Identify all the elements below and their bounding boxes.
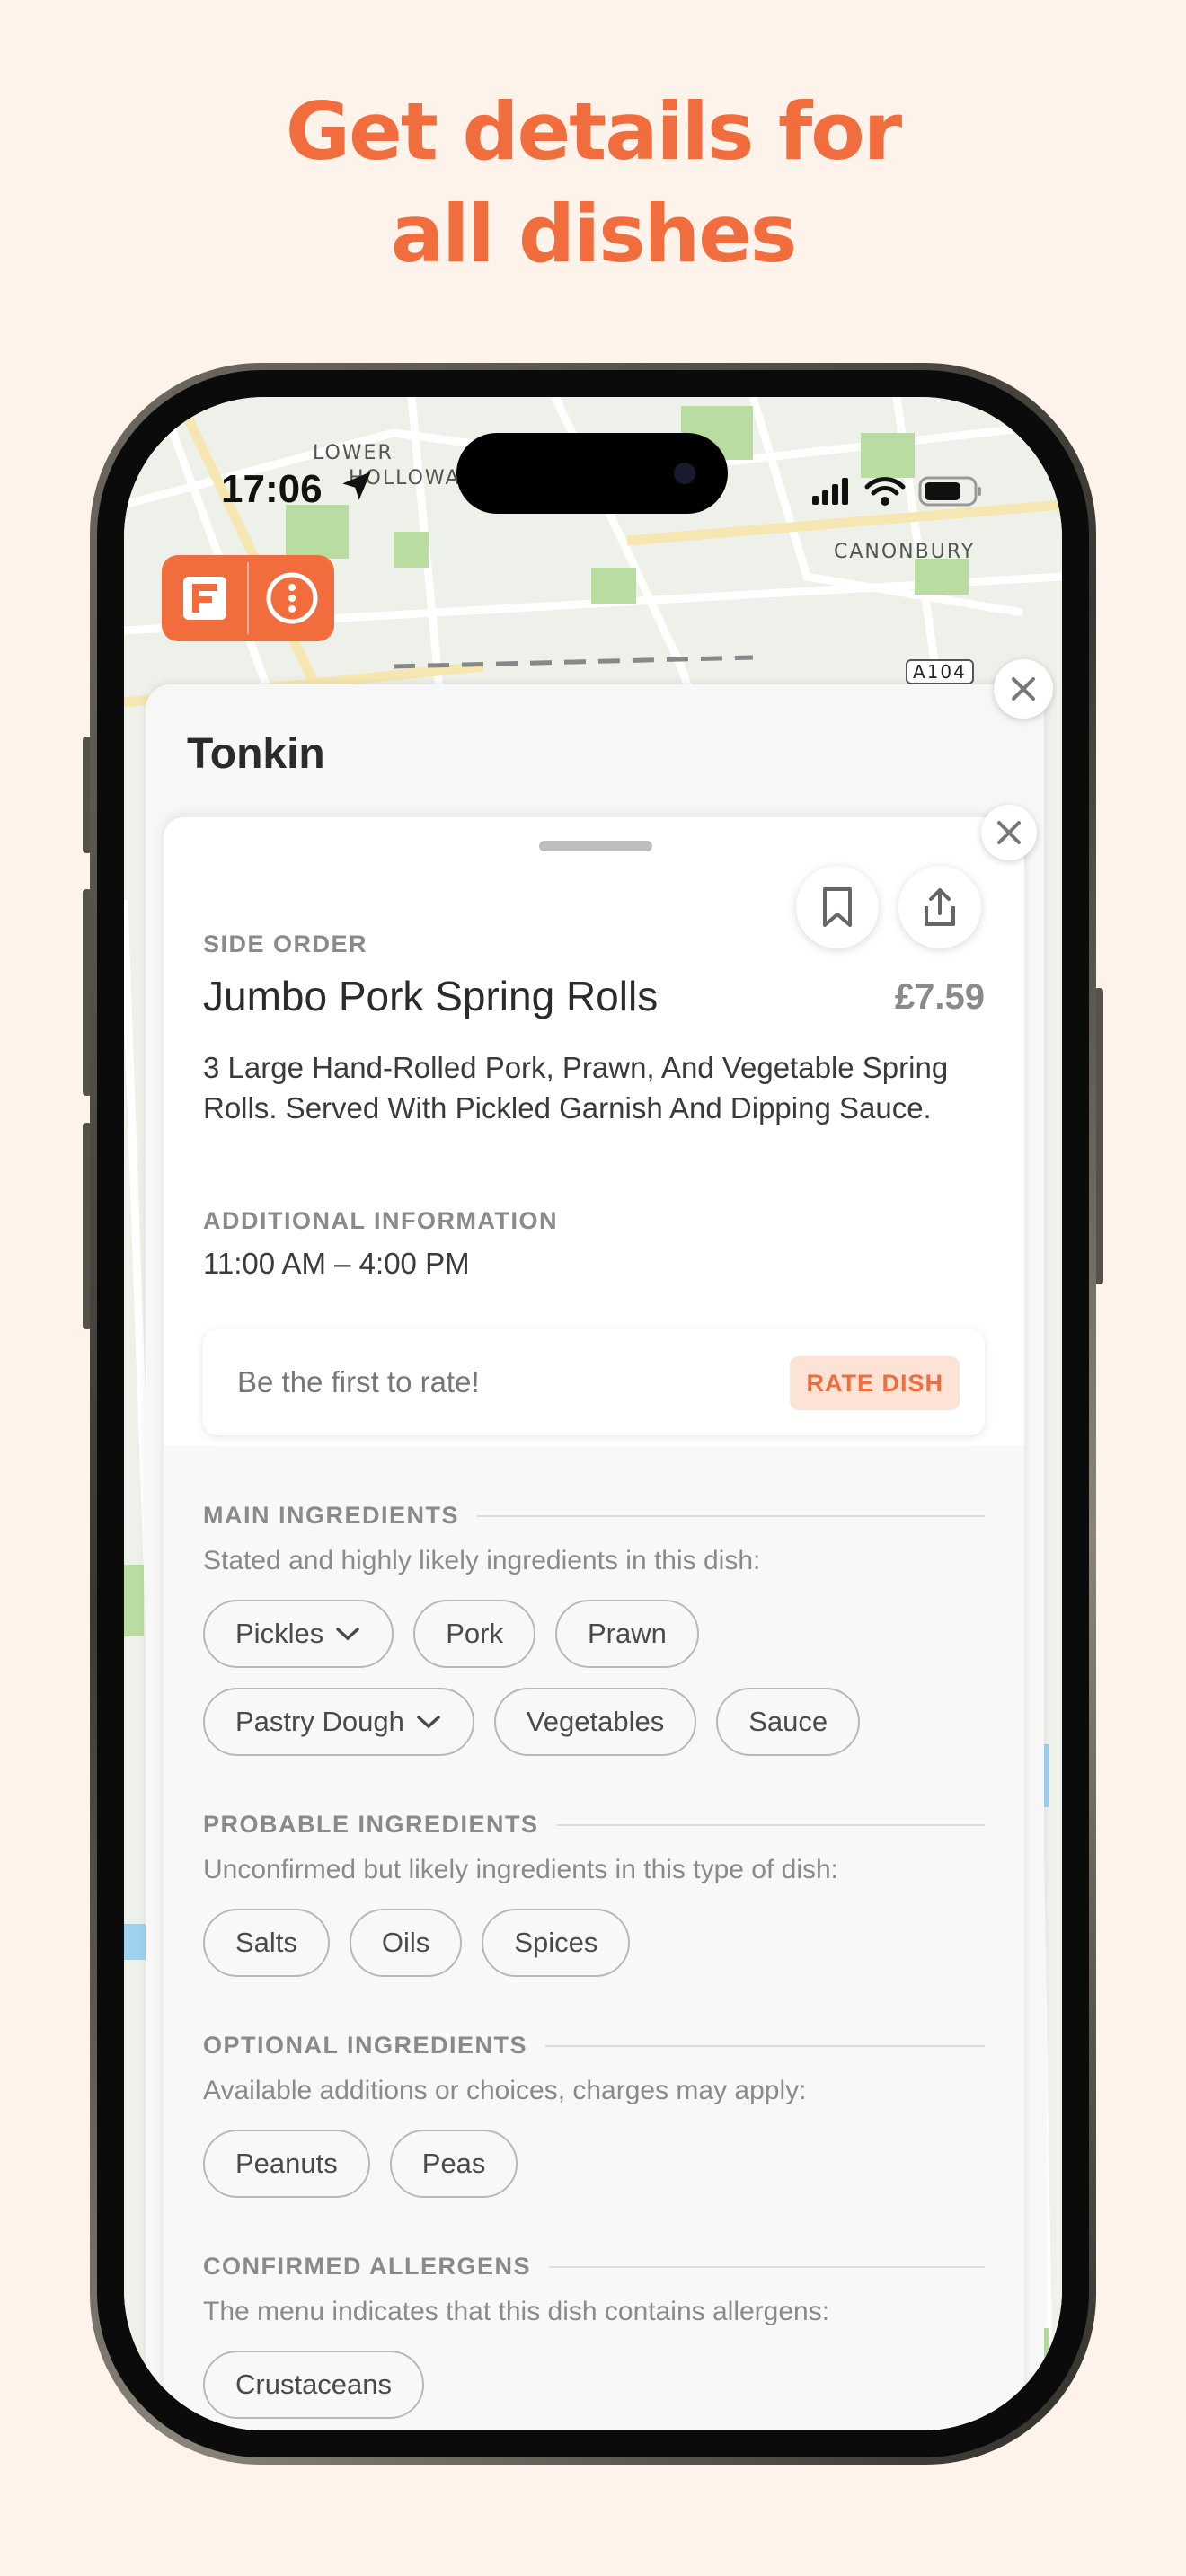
restaurant-name: Tonkin (187, 730, 325, 778)
allergen-chip-crustaceans[interactable]: Crustaceans (203, 2351, 425, 2419)
ingredient-chip-pastry-dough[interactable]: Pastry Dough (203, 1688, 474, 1756)
map-label-canonbury: CANONBURY (834, 541, 976, 563)
ingredient-chip-pickles[interactable]: Pickles (203, 1600, 394, 1668)
more-vertical-icon (266, 572, 317, 624)
camera-icon (674, 463, 695, 484)
close-restaurant-button[interactable] (994, 659, 1053, 719)
chip-label: Peas (421, 2148, 486, 2179)
chip-label: Vegetables (526, 1706, 665, 1737)
close-icon (997, 821, 1021, 844)
app-logo-button[interactable] (162, 555, 247, 641)
dish-detail-sheet: SIDE ORDER Jumbo Pork Spring Rolls £7.59… (164, 805, 1037, 2430)
section-subtitle: Stated and highly likely ingredients in … (203, 1546, 761, 1575)
chip-label: Peanuts (235, 2148, 338, 2179)
main-ingredients-section: MAIN INGREDIENTS Stated and highly likel… (203, 1502, 985, 1756)
dish-description: 3 Large Hand-Rolled Pork, Prawn, And Veg… (203, 1051, 949, 1125)
dish-hours: 11:00 AM – 4:00 PM (203, 1247, 470, 1280)
chip-label: Salts (235, 1927, 297, 1958)
chip-label: Spices (514, 1927, 598, 1958)
status-time: 17:06 (221, 467, 323, 511)
share-icon (925, 888, 955, 926)
ingredient-chip-peas[interactable]: Peas (389, 2130, 518, 2198)
probable-ingredients-section: PROBABLE INGREDIENTS Unconfirmed but lik… (203, 1811, 985, 1977)
dish-price: £7.59 (894, 977, 985, 1017)
app-toolbar (162, 555, 334, 641)
section-title: OPTIONAL INGREDIENTS (203, 2032, 528, 2059)
chip-label: Pickles (235, 1618, 324, 1649)
chip-label: Pastry Dough (235, 1706, 404, 1737)
map-road-badge: A104 (906, 659, 974, 684)
map-label-lower: LOWER (313, 442, 394, 464)
chip-label: Crustaceans (235, 2369, 393, 2400)
rating-prompt: Be the first to rate! (237, 1365, 480, 1398)
section-subtitle: Available additions or choices, charges … (203, 2076, 807, 2105)
ingredient-chip-vegetables[interactable]: Vegetables (493, 1688, 697, 1756)
chip-label: Pork (446, 1618, 503, 1649)
section-title: PROBABLE INGREDIENTS (203, 1811, 539, 1838)
phone-screen: LOWER HOLLOWAY CANONBURY A104 17:06 Tonk… (124, 397, 1062, 2430)
ingredient-chip-salts[interactable]: Salts (203, 1909, 330, 1977)
sheet-drag-handle[interactable] (539, 841, 652, 851)
optional-ingredients-section: OPTIONAL INGREDIENTS Available additions… (203, 2032, 985, 2198)
section-title: MAIN INGREDIENTS (203, 1502, 460, 1529)
dish-category: SIDE ORDER (203, 931, 368, 957)
more-options-button[interactable] (249, 555, 334, 641)
battery-icon (918, 476, 981, 507)
dish-name: Jumbo Pork Spring Rolls (203, 973, 659, 1019)
close-dish-button[interactable] (981, 805, 1037, 860)
ingredient-chip-prawn[interactable]: Prawn (554, 1600, 699, 1668)
section-subtitle: Unconfirmed but likely ingredients in th… (203, 1855, 839, 1884)
chip-label: Prawn (587, 1618, 667, 1649)
bookmark-button[interactable] (796, 866, 879, 948)
headline: Get details for all dishes (0, 81, 1186, 286)
dynamic-island (456, 433, 728, 514)
cellular-signal-icon (812, 478, 848, 505)
allergens-section: CONFIRMED ALLERGENS The menu indicates t… (203, 2253, 985, 2419)
wifi-icon (864, 477, 906, 506)
close-icon (1012, 677, 1035, 701)
location-arrow-icon (342, 472, 371, 500)
rating-card: Be the first to rate! RATE DISH (203, 1329, 985, 1435)
phone-frame: LOWER HOLLOWAY CANONBURY A104 17:06 Tonk… (90, 363, 1096, 2465)
headline-line-1: Get details for (285, 85, 902, 178)
chip-label: Oils (381, 1927, 430, 1958)
chevron-down-icon (336, 1628, 359, 1641)
ingredient-chip-peanuts[interactable]: Peanuts (203, 2130, 370, 2198)
share-button[interactable] (898, 866, 981, 948)
section-title: CONFIRMED ALLERGENS (203, 2253, 531, 2280)
ingredient-chip-spices[interactable]: Spices (482, 1909, 631, 1977)
ingredient-chip-pork[interactable]: Pork (413, 1600, 535, 1668)
chip-label: Sauce (748, 1706, 828, 1737)
bookmark-icon (823, 887, 852, 927)
ingredient-chip-oils[interactable]: Oils (349, 1909, 463, 1977)
rate-dish-button[interactable]: RATE DISH (790, 1356, 960, 1410)
chevron-down-icon (417, 1716, 440, 1729)
section-subtitle: The menu indicates that this dish contai… (203, 2297, 830, 2326)
ingredient-chip-sauce[interactable]: Sauce (716, 1688, 861, 1756)
additional-info-label: ADDITIONAL INFORMATION (203, 1207, 558, 1234)
headline-line-2: all dishes (390, 188, 798, 280)
app-logo-icon (182, 577, 226, 620)
